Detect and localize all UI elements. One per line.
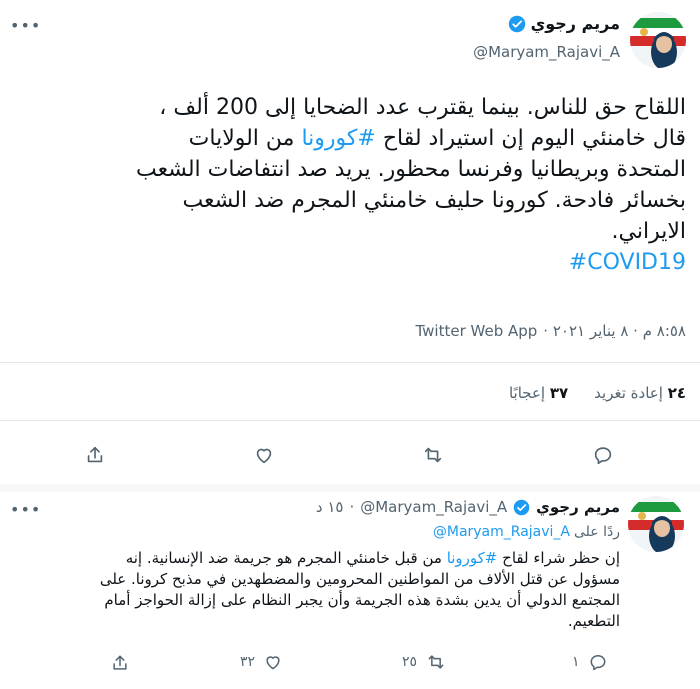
- author-name-row: مريم رجوي: [508, 14, 620, 33]
- avatar-image: [630, 12, 686, 68]
- reply-icon: [590, 655, 605, 671]
- reply-author-avatar[interactable]: [628, 496, 684, 552]
- reply-action-retweet[interactable]: ٢٥: [402, 652, 447, 672]
- reply-body-line-3: المجتمع الدولي أن يدين بشدة هذه الجريمة …: [104, 591, 620, 609]
- separator-dot: ·: [349, 498, 355, 516]
- tweet-body-line-4: بخسائر فادحة. كورونا حليف خامنئي المجرم …: [182, 188, 686, 213]
- retweet-icon[interactable]: [416, 440, 450, 470]
- divider: [0, 362, 700, 363]
- tweet-body: اللقاح حق للناس. بينما يقترب عدد الضحايا…: [14, 92, 686, 278]
- like-count: ٣٢: [240, 654, 256, 670]
- reply-body-line-2: مسؤول عن قتل الألاف من المواطنين المحروم…: [99, 570, 620, 588]
- retweets-count: ٢٤: [667, 384, 686, 402]
- reply-body: إن حظر شراء لقاح #كورونا من قبل خامنئي ا…: [20, 548, 620, 632]
- author-name[interactable]: مريم رجوي: [531, 14, 620, 33]
- retweet-count: ٢٥: [402, 654, 418, 670]
- reply-body-line-1: إن حظر شراء لقاح #كورونا من قبل خامنئي ا…: [20, 548, 620, 569]
- replying-to-handle-link[interactable]: @Maryam_Rajavi_A: [433, 524, 570, 540]
- replying-to-prefix: ردًا على: [574, 524, 620, 540]
- verified-badge-icon: [513, 499, 530, 516]
- likes-label: إعجابًا: [508, 384, 546, 402]
- reply-author-name[interactable]: مريم رجوي: [536, 498, 620, 516]
- avatar-image: [628, 496, 684, 552]
- hashtag-corona-link[interactable]: #كورونا: [447, 549, 498, 567]
- reply-body-line-4: التطعيم.: [567, 612, 620, 630]
- reply-action-like[interactable]: ٣٢: [240, 652, 283, 672]
- reply-header: مريم رجوي @Maryam_Rajavi_A · ١٥ د: [316, 498, 620, 516]
- tweet-stats: ٢٤ إعادة تغريد ٣٧ إعجابًا: [509, 384, 686, 402]
- tweet-body-text: قال خامنئي اليوم إن استيراد لقاح: [382, 126, 686, 151]
- share-icon[interactable]: [78, 440, 112, 470]
- tweet-body-line-1: اللقاح حق للناس. بينما يقترب عدد الضحايا…: [159, 95, 686, 120]
- reply-author-handle[interactable]: @Maryam_Rajavi_A: [360, 498, 507, 516]
- heart-icon: [266, 656, 280, 670]
- replying-to: ردًا على @Maryam_Rajavi_A: [433, 524, 620, 540]
- tweet-timestamp[interactable]: ٨:٥٨ م · ٨ يناير ٢٠٢١ ·: [543, 322, 686, 340]
- hashtag-corona-link[interactable]: #كورونا: [301, 126, 375, 151]
- author-handle[interactable]: @Maryam_Rajavi_A: [473, 43, 620, 61]
- hashtag-covid19-link[interactable]: #COVID19: [14, 247, 686, 278]
- more-dots-icon[interactable]: •••: [10, 500, 41, 519]
- tweet-source[interactable]: Twitter Web App: [415, 322, 537, 340]
- tweet-body-line-5: الايراني.: [611, 219, 687, 244]
- tweet-meta: ٨:٥٨ م · ٨ يناير ٢٠٢١ · Twitter Web App: [415, 322, 686, 340]
- heart-icon[interactable]: [247, 440, 281, 470]
- retweets-stat[interactable]: ٢٤ إعادة تغريد: [594, 384, 686, 402]
- verified-badge-icon: [508, 15, 526, 33]
- more-dots-icon[interactable]: •••: [10, 16, 41, 35]
- likes-count: ٣٧: [549, 384, 569, 402]
- retweets-label: إعادة تغريد: [594, 384, 663, 402]
- reply-action-reply[interactable]: ١: [572, 652, 608, 672]
- tweet-body-line-3: المتحدة وبريطانيا وفرنسا محظور. يريد صد …: [136, 157, 686, 182]
- section-separator: [0, 484, 700, 492]
- reply-body-text: إن حظر شراء لقاح: [502, 549, 620, 567]
- reply-icon[interactable]: [586, 440, 620, 470]
- author-avatar[interactable]: [630, 12, 686, 68]
- tweet-body-line-2: قال خامنئي اليوم إن استيراد لقاح #كورونا…: [14, 123, 686, 154]
- reply-count: ١: [572, 654, 580, 670]
- divider: [0, 420, 700, 421]
- retweet-icon: [428, 655, 444, 669]
- tweet-body-text: من الولايات: [188, 126, 295, 151]
- share-icon[interactable]: [108, 652, 132, 674]
- reply-time-ago[interactable]: ١٥ د: [316, 498, 344, 516]
- reply-body-text: من قبل خامنئي المجرم هو جريمة ضد الإنسان…: [125, 549, 442, 567]
- likes-stat[interactable]: ٣٧ إعجابًا: [509, 384, 568, 402]
